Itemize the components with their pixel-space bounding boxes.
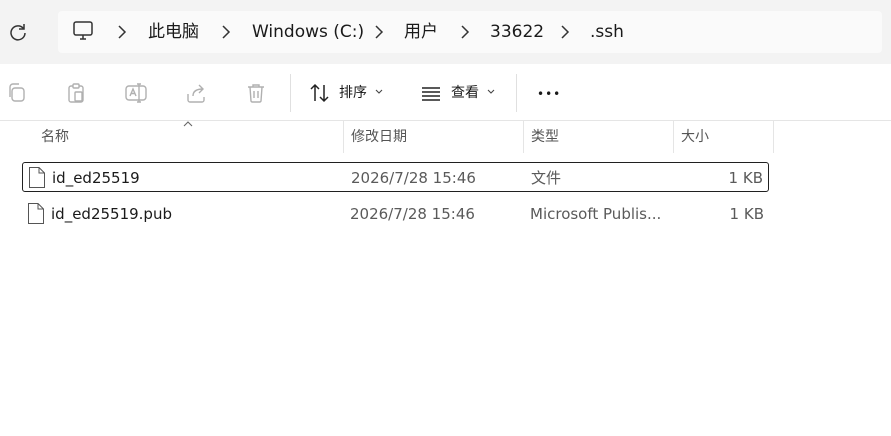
refresh-icon[interactable] [6, 20, 30, 44]
column-header-name[interactable]: 名称 [41, 127, 69, 147]
this-pc-icon[interactable] [71, 20, 95, 42]
file-icon [28, 203, 44, 224]
file-row[interactable]: id_ed25519 2026/7/28 15:46 文件 1 KB [22, 162, 769, 192]
rename-icon[interactable] [124, 81, 148, 105]
file-icon [29, 167, 45, 188]
paste-icon[interactable] [64, 81, 88, 105]
file-row[interactable]: id_ed25519.pub 2026/7/28 15:46 Microsoft… [22, 199, 769, 229]
file-modified: 2026/7/28 15:46 [351, 169, 476, 187]
breadcrumb-drive-c[interactable]: Windows (C:) [252, 21, 364, 43]
toolbar-divider [290, 74, 291, 112]
column-divider[interactable] [343, 121, 344, 153]
chevron-right-icon[interactable] [459, 23, 471, 41]
column-divider[interactable] [773, 121, 774, 153]
chevron-down-icon[interactable] [375, 89, 383, 95]
sort-icon[interactable] [308, 81, 332, 105]
file-size: 1 KB [728, 169, 763, 187]
file-type: 文件 [531, 169, 562, 187]
breadcrumb-users[interactable]: 用户 [404, 21, 438, 43]
sort-button[interactable]: 排序 [339, 83, 367, 103]
column-divider[interactable] [673, 121, 674, 153]
view-icon[interactable] [419, 81, 443, 105]
sort-ascending-icon [183, 121, 193, 127]
chevron-down-icon[interactable] [487, 89, 495, 95]
more-options-button[interactable]: ••• [537, 84, 561, 104]
share-icon[interactable] [184, 81, 208, 105]
breadcrumb-user-folder[interactable]: 33622 [490, 21, 544, 43]
chevron-right-icon[interactable] [559, 23, 571, 41]
breadcrumb-this-pc[interactable]: 此电脑 [148, 21, 199, 43]
breadcrumb-ssh[interactable]: .ssh [590, 21, 624, 43]
view-button[interactable]: 查看 [451, 83, 479, 103]
delete-icon[interactable] [244, 81, 268, 105]
file-size: 1 KB [729, 205, 764, 223]
file-modified: 2026/7/28 15:46 [350, 205, 475, 223]
column-header-size[interactable]: 大小 [681, 127, 709, 147]
column-header-type[interactable]: 类型 [531, 127, 559, 147]
chevron-right-icon[interactable] [116, 23, 128, 41]
address-strip: 此电脑 Windows (C:) 用户 33622 .ssh [0, 0, 891, 64]
column-header-modified[interactable]: 修改日期 [351, 127, 407, 147]
copy-icon[interactable] [4, 81, 28, 105]
file-type: Microsoft Publis... [530, 205, 662, 223]
column-divider[interactable] [523, 121, 524, 153]
file-name[interactable]: id_ed25519.pub [51, 204, 172, 224]
toolbar-divider [516, 74, 517, 112]
file-name[interactable]: id_ed25519 [52, 168, 140, 188]
chevron-right-icon[interactable] [373, 23, 385, 41]
chevron-right-icon[interactable] [220, 23, 232, 41]
command-bar: 排序 查看 ••• [0, 64, 891, 121]
